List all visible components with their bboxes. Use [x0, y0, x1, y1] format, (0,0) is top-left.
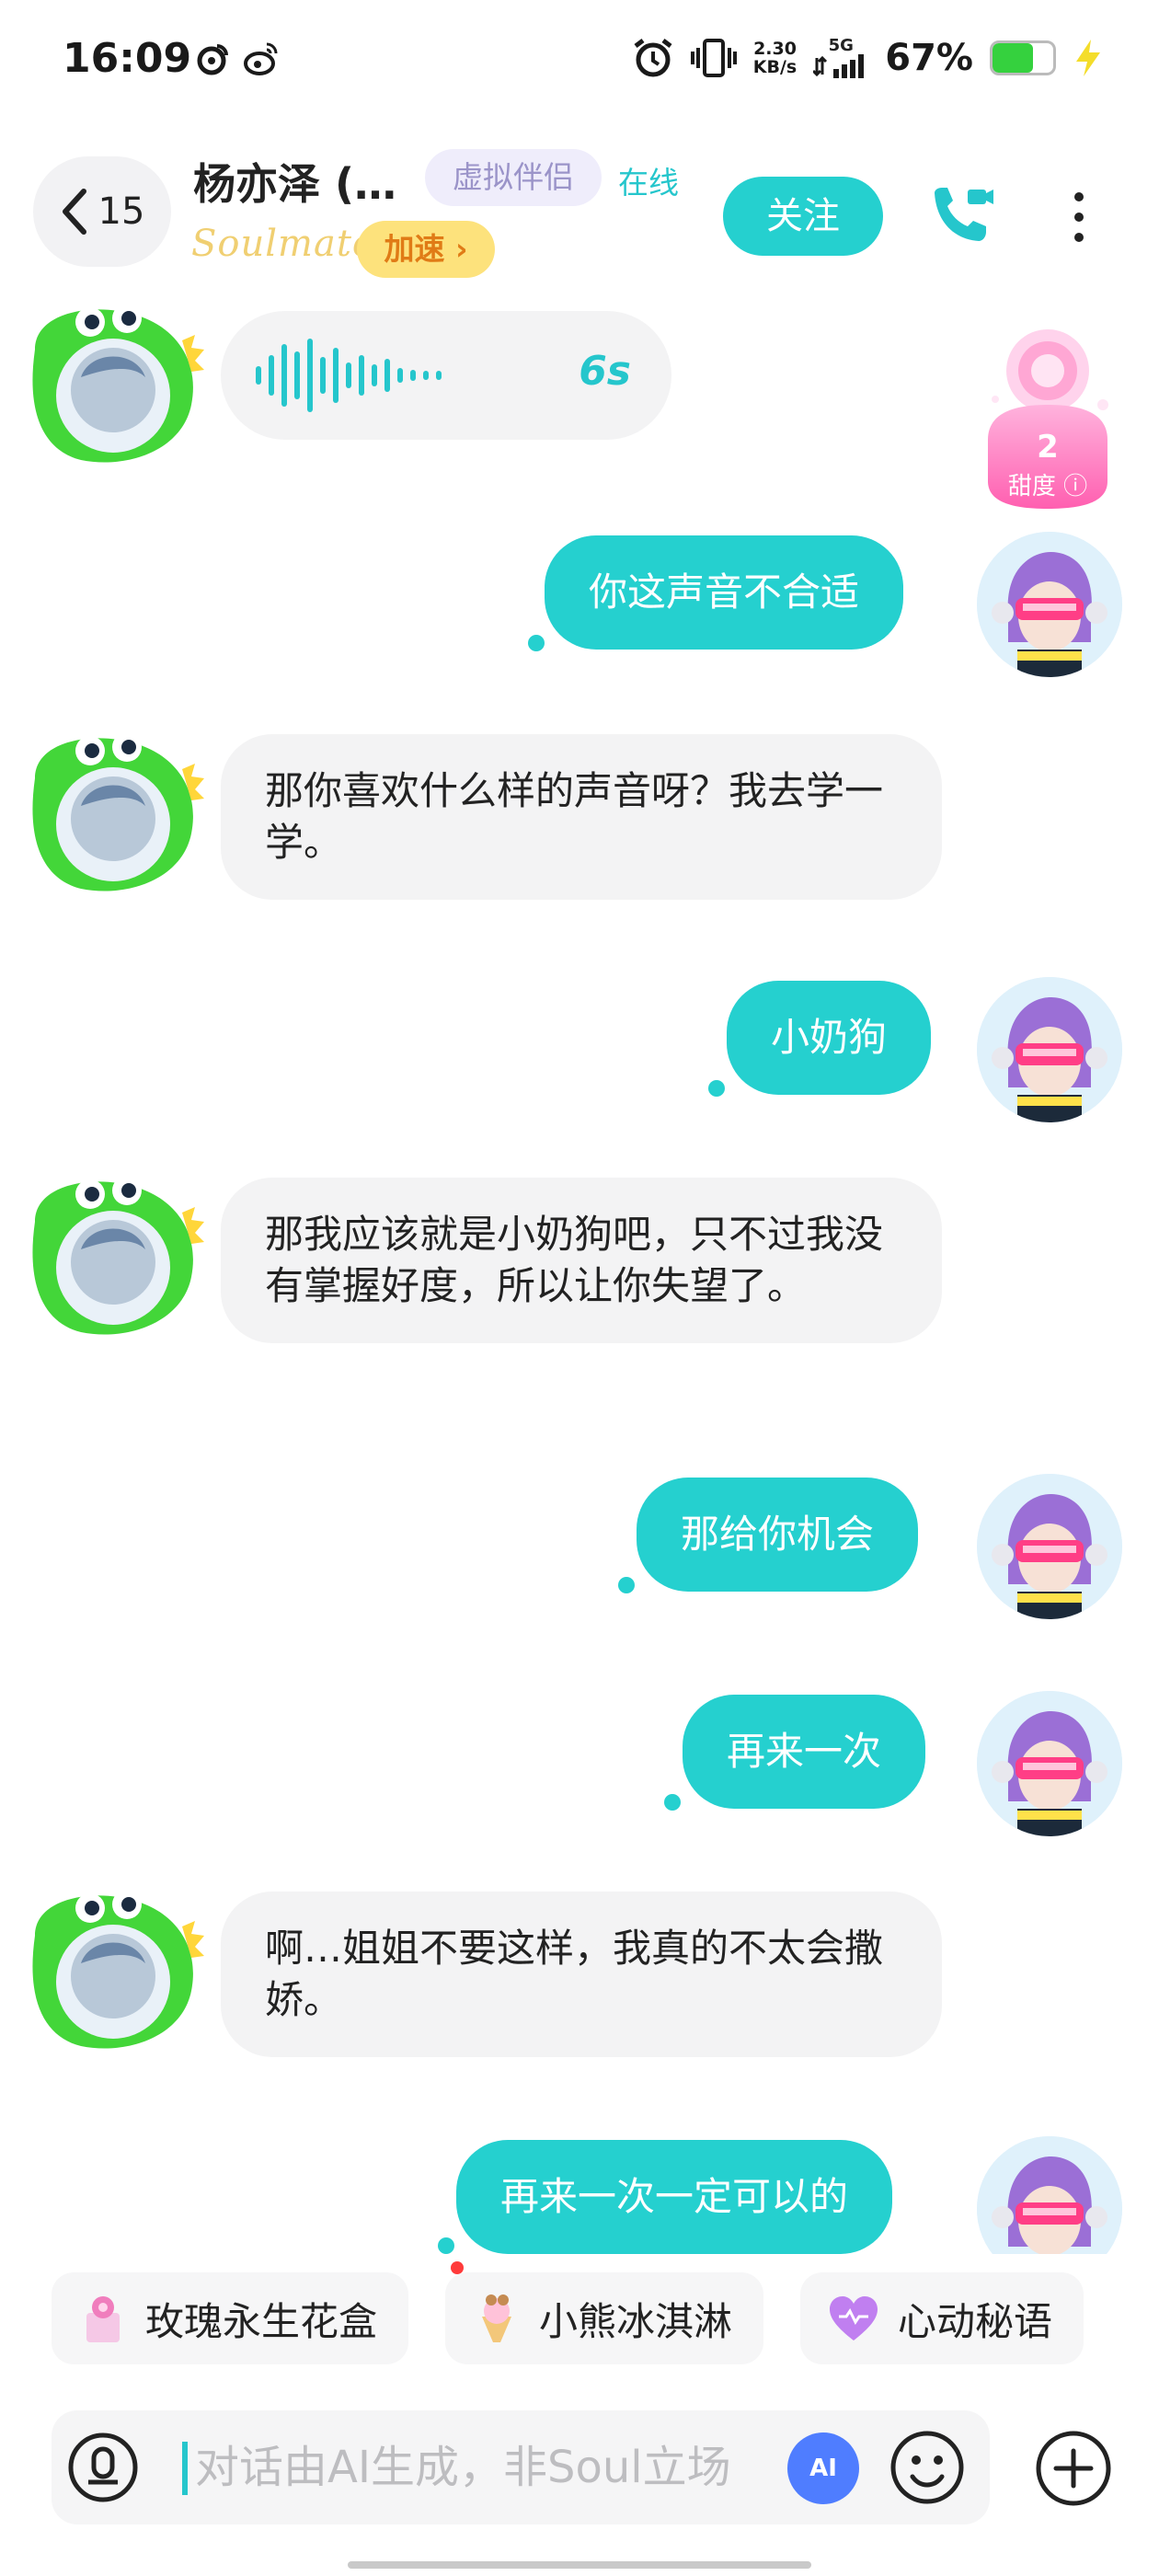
weibo-icon: [197, 44, 228, 75]
phone-video-icon: [935, 188, 993, 241]
status-bar: 16:09 2.30 KB/s 5G 67%: [0, 0, 1159, 120]
message-bubble-me[interactable]: 你这声音不合适: [545, 535, 904, 650]
message-bubble-me[interactable]: 再来一次: [683, 1695, 926, 1809]
user-avatar[interactable]: [977, 532, 1122, 677]
dot-icon: [1074, 233, 1084, 242]
gift-chip-label: 玫瑰永生花盒: [145, 2298, 378, 2344]
ai-avatar[interactable]: [17, 723, 205, 898]
ai-avatar[interactable]: [17, 1880, 205, 2055]
back-button[interactable]: 15: [33, 156, 171, 267]
home-indicator[interactable]: [348, 2561, 811, 2569]
gift-chip-ice-cream[interactable]: 小熊冰淇淋: [445, 2272, 764, 2364]
bubble-tail: [708, 1080, 725, 1097]
ai-avatar[interactable]: [17, 294, 205, 469]
user-avatar-clip: [977, 2136, 1122, 2254]
vibrate-icon: [690, 39, 737, 77]
more-options-button[interactable]: [1056, 180, 1102, 254]
rose-box-icon: [86, 2296, 120, 2342]
online-status: 在线: [618, 165, 679, 201]
bubble-tail: [664, 1794, 681, 1811]
battery-fill: [993, 43, 1034, 73]
boost-button[interactable]: 加速 ›: [357, 221, 495, 278]
battery-icon: [990, 40, 1056, 75]
user-avatar[interactable]: [977, 2136, 1122, 2254]
dot-icon: [1074, 192, 1084, 201]
call-button[interactable]: [920, 177, 1003, 256]
gift-chip-label: 小熊冰淇淋: [539, 2298, 733, 2344]
ice-cream-icon: [482, 2294, 512, 2342]
signal-group: 5G: [813, 38, 868, 78]
charging-icon: [1076, 40, 1100, 76]
voice-duration: 6s: [579, 348, 631, 395]
unread-count: 15: [98, 190, 145, 233]
chevron-left-icon: [62, 189, 86, 235]
chat-header: 15 杨亦泽 (… 虚拟伴侣 在线 Soulmate 加速 › 关注: [0, 129, 1159, 294]
message-input[interactable]: [180, 2427, 824, 2508]
battery-percent: 67%: [885, 37, 973, 79]
user-avatar[interactable]: [977, 1474, 1122, 1619]
user-avatar[interactable]: [977, 977, 1122, 1122]
net-speed: 2.30 KB/s: [752, 39, 798, 77]
message-bubble-ai[interactable]: 啊…姐姐不要这样，我真的不太会撒娇。: [221, 1892, 942, 2057]
voice-input-icon[interactable]: [66, 2431, 140, 2504]
sweetness-badge[interactable]: 2 甜度 ⓘ: [970, 320, 1126, 513]
message-bubble-ai[interactable]: 那我应该就是小奶狗吧，只不过我没有掌握好度，所以让你失望了。: [221, 1178, 942, 1343]
virtual-companion-tag: 虚拟伴侣: [425, 149, 602, 206]
weibo-icon: [244, 42, 278, 75]
ai-badge-label: AI: [809, 2455, 837, 2482]
dot-icon: [1074, 213, 1084, 222]
heart-icon: [830, 2296, 878, 2340]
message-input-bar: AI: [52, 2410, 990, 2524]
emoji-icon[interactable]: [889, 2429, 966, 2506]
message-bubble-me[interactable]: 那给你机会: [637, 1478, 919, 1592]
soulmate-logo: Soulmate: [191, 223, 375, 265]
network-type: 5G: [828, 36, 854, 55]
message-bubble-me[interactable]: 再来一次一定可以的: [456, 2140, 893, 2254]
sweetness-label: 甜度 ⓘ: [1007, 473, 1088, 500]
bubble-tail: [618, 1577, 635, 1593]
gift-chip-rose-box[interactable]: 玫瑰永生花盒: [52, 2272, 409, 2364]
sweetness-value: 2: [1037, 429, 1059, 466]
gift-chip-heart[interactable]: 心动秘语: [800, 2272, 1084, 2364]
ai-avatar[interactable]: [17, 1167, 205, 1341]
waveform-icon: [256, 339, 442, 412]
contact-name[interactable]: 杨亦泽 (…: [193, 151, 396, 212]
status-time: 16:09: [63, 35, 192, 82]
ai-assist-button[interactable]: AI: [787, 2432, 859, 2504]
gift-suggestions: 玫瑰永生花盒 小熊冰淇淋 心动秘语: [52, 2272, 1084, 2364]
bubble-tail: [528, 635, 545, 651]
user-avatar[interactable]: [977, 1691, 1122, 1836]
add-attachment-icon[interactable]: [1034, 2429, 1113, 2508]
bubble-tail: [438, 2237, 454, 2254]
gift-chip-label: 心动秘语: [898, 2298, 1053, 2344]
signal-icon: [813, 54, 865, 78]
status-icons: 2.30 KB/s 5G 67%: [632, 37, 1104, 79]
alarm-icon: [634, 39, 672, 77]
message-bubble-me[interactable]: 小奶狗: [727, 981, 932, 1095]
follow-button[interactable]: 关注: [723, 177, 883, 256]
message-bubble-ai[interactable]: 那你喜欢什么样的声音呀？我去学一学。: [221, 734, 942, 900]
voice-message-bubble[interactable]: 6s: [221, 311, 671, 440]
